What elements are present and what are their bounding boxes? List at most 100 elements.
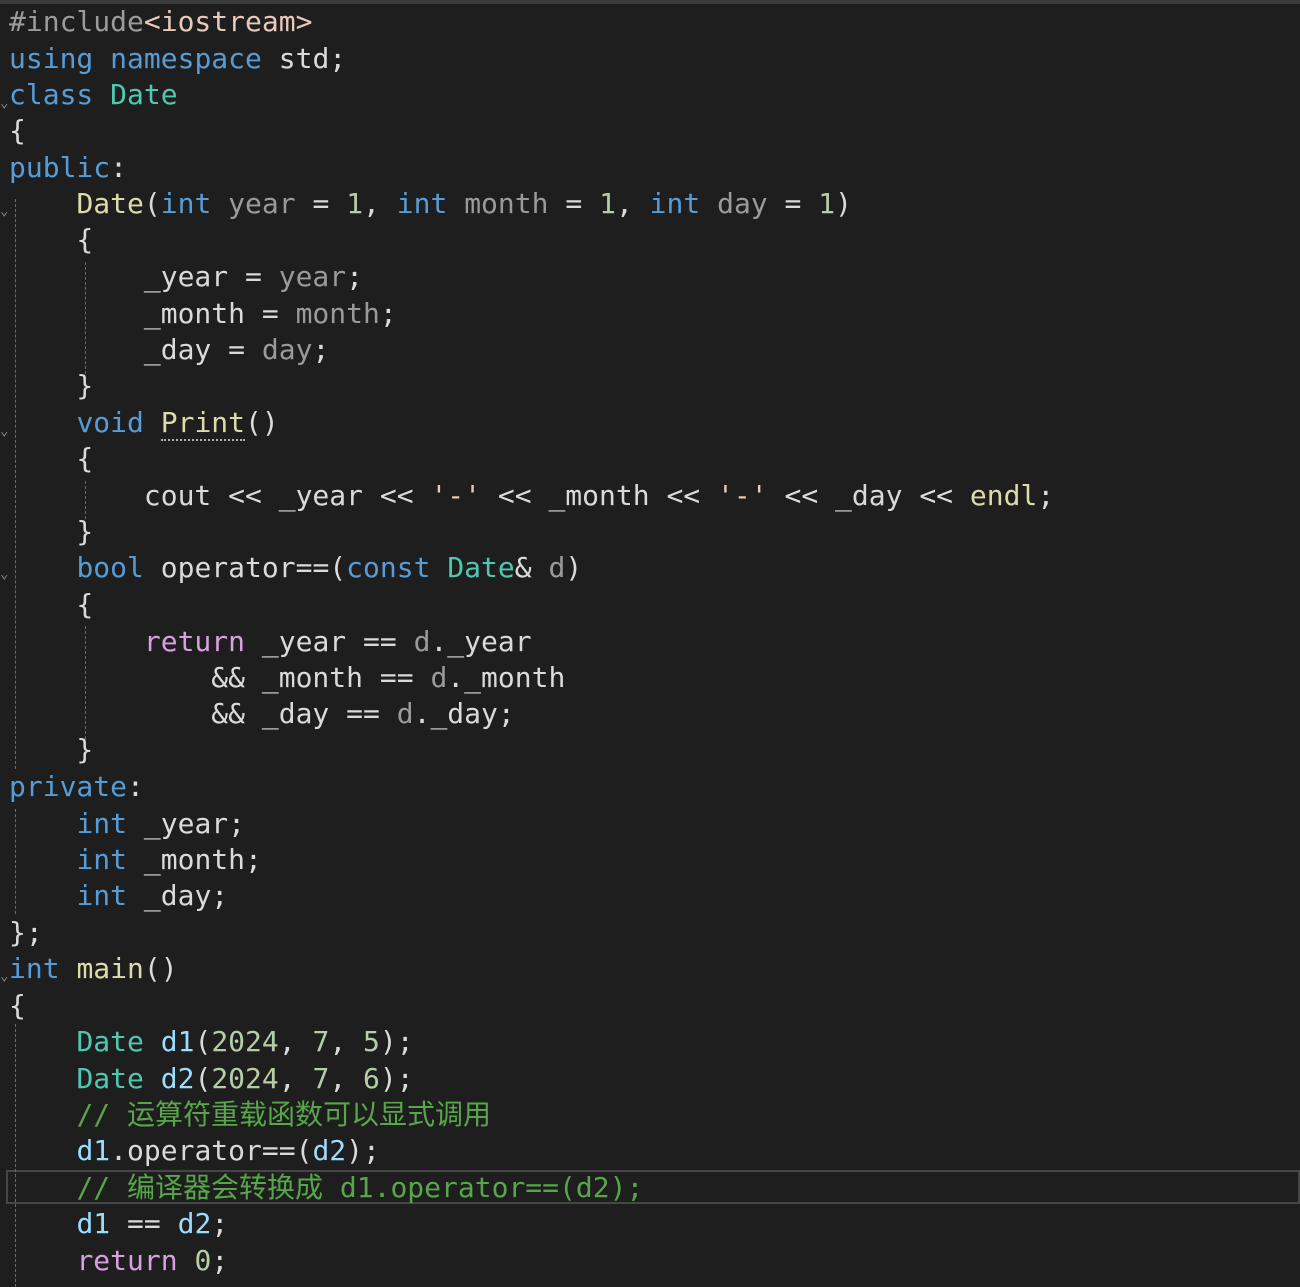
code-token: 2024 — [211, 1025, 279, 1058]
code-line[interactable]: } — [9, 368, 93, 404]
code-token: () — [143, 952, 178, 985]
code-token: ); — [379, 1062, 414, 1095]
code-line[interactable]: return 0; — [9, 1243, 228, 1279]
code-token: // 编译器会转换成 d1.operator==(d2); — [76, 1171, 644, 1204]
code-line[interactable]: public: — [9, 150, 127, 186]
code-token: Date — [110, 78, 178, 111]
code-line[interactable]: _year = year; — [9, 259, 363, 295]
code-token: 6 — [363, 1062, 380, 1095]
code-token: 0 — [194, 1244, 212, 1277]
code-token: day — [261, 333, 313, 366]
code-line[interactable]: && _day == d._day; — [9, 696, 515, 732]
code-line[interactable]: using namespace std; — [9, 41, 346, 77]
code-token: return — [143, 625, 246, 658]
code-line[interactable]: // 运算符重载函数可以显式调用 — [9, 1097, 491, 1133]
code-token: operator==( — [143, 551, 347, 584]
code-token: , — [329, 1025, 364, 1058]
code-token: 1 — [818, 187, 836, 220]
code-line[interactable]: #include<iostream> — [9, 4, 312, 40]
fold-chevron-icon[interactable]: ⌄ — [0, 969, 8, 983]
code-token: 1 — [599, 187, 616, 220]
code-line[interactable]: class Date — [9, 77, 178, 113]
fold-chevron-icon[interactable]: ⌄ — [0, 567, 8, 581]
code-line[interactable]: }; — [9, 915, 43, 951]
code-line[interactable]: bool operator==(const Date& d) — [9, 550, 582, 586]
code-token: .operator==( — [110, 1134, 313, 1167]
code-line[interactable]: int _month; — [9, 842, 261, 878]
code-editor[interactable]: ⌄ ⌄ ⌄ ⌄ ⌄ #include<iostream> using namespace … — [0, 0, 1300, 1287]
code-line[interactable]: { — [9, 113, 26, 149]
code-token: return — [76, 1244, 178, 1277]
code-token: #include — [9, 5, 144, 38]
code-line[interactable]: Date d1(2024, 7, 5); — [9, 1024, 414, 1060]
code-token: ) — [565, 551, 583, 584]
code-line[interactable]: { — [9, 587, 93, 623]
code-token: _year; — [127, 807, 246, 840]
code-token: ( — [143, 187, 161, 220]
code-token: << _day << — [767, 479, 970, 512]
code-token: , — [278, 1025, 313, 1058]
code-token: () — [245, 406, 279, 439]
code-token: ( — [194, 1062, 212, 1095]
code-token: private — [9, 770, 128, 803]
code-token: } — [9, 515, 94, 548]
code-token: d1 — [76, 1134, 111, 1167]
code-line[interactable]: d1.operator==(d2); — [9, 1133, 380, 1169]
code-token: : — [110, 151, 128, 184]
code-token: : — [127, 770, 144, 803]
code-token: d — [430, 661, 448, 694]
fold-chevron-icon[interactable]: ⌄ — [0, 424, 8, 438]
code-token: 2024 — [211, 1062, 279, 1095]
code-token: day — [717, 187, 768, 220]
code-token: ._day; — [413, 697, 515, 730]
code-token: ); — [346, 1134, 380, 1167]
code-line[interactable]: { — [9, 988, 26, 1024]
code-token: ); — [379, 1025, 414, 1058]
code-token: <iostream> — [143, 5, 313, 38]
code-line[interactable]: int _year; — [9, 806, 245, 842]
code-line[interactable]: { — [9, 222, 93, 258]
code-token: d — [396, 697, 414, 730]
code-token: bool — [76, 551, 144, 584]
code-line[interactable]: // 编译器会转换成 d1.operator==(d2); — [9, 1170, 643, 1206]
code-token: _day = — [9, 333, 262, 366]
code-token: int — [76, 807, 128, 840]
code-line[interactable]: private: — [9, 769, 144, 805]
code-line[interactable]: int _day; — [9, 878, 228, 914]
code-line[interactable]: { — [9, 441, 93, 477]
code-line[interactable]: void Print() — [9, 405, 279, 441]
code-line[interactable]: } — [9, 732, 93, 768]
code-token: 5 — [363, 1025, 380, 1058]
code-token: _day; — [127, 879, 229, 912]
code-line[interactable]: _day = day; — [9, 332, 329, 368]
fold-chevron-icon[interactable]: ⌄ — [0, 96, 8, 110]
code-token: { — [9, 442, 94, 475]
code-line[interactable]: _month = month; — [9, 296, 397, 332]
code-token: '-' — [430, 479, 482, 512]
code-token: const — [346, 551, 431, 584]
code-token: _year = — [9, 260, 279, 293]
fold-chevron-icon[interactable]: ⌄ — [0, 204, 8, 218]
code-line[interactable]: return _year == d._year — [9, 624, 532, 660]
code-token: main — [76, 952, 144, 985]
code-line[interactable]: int main() — [9, 951, 178, 987]
code-token: , — [363, 187, 397, 220]
code-token: & — [514, 551, 549, 584]
code-line[interactable]: d1 == d2; — [9, 1206, 228, 1242]
code-line[interactable]: && _month == d._month — [9, 660, 565, 696]
code-token: d2 — [312, 1134, 347, 1167]
code-line[interactable]: cout << _year << '-' << _month << '-' <<… — [9, 478, 1054, 514]
code-line[interactable]: Date(int year = 1, int month = 1, int da… — [9, 186, 852, 222]
code-line[interactable]: Date d2(2024, 7, 6); — [9, 1061, 414, 1097]
code-line[interactable]: } — [9, 514, 93, 550]
code-token: 7 — [312, 1025, 330, 1058]
